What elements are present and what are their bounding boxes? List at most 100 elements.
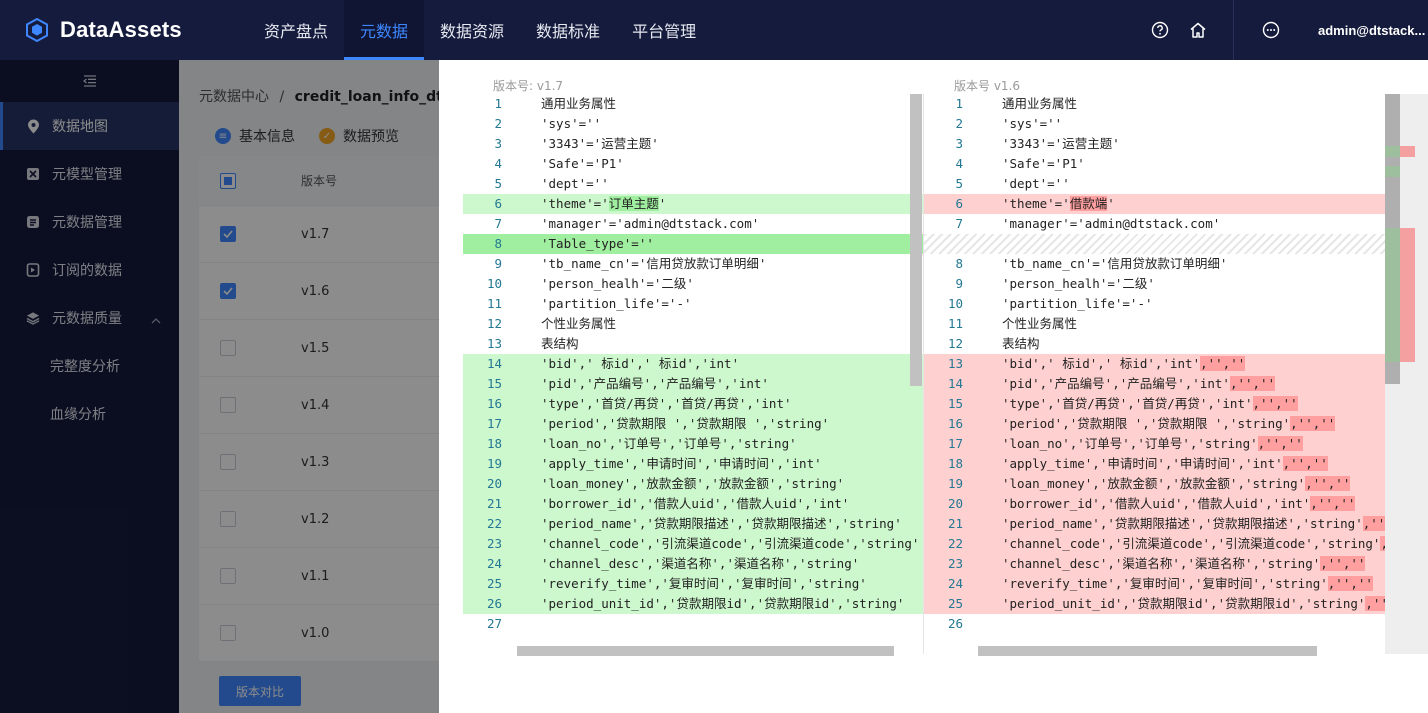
line-number: 24	[486, 556, 502, 571]
changed-fragment: ,'',''	[1200, 356, 1246, 371]
code-text: 'person_healh'='二级'	[541, 276, 694, 291]
line-code: 'bid',' 标id',' 标id','int'	[541, 354, 739, 374]
code-text: 表结构	[541, 336, 579, 351]
code-text: 'theme'='	[1002, 196, 1070, 211]
left-diff-line: 13 表结构	[463, 334, 923, 354]
line-code: 'Safe'='P1'	[1002, 154, 1085, 174]
line-code: 'loan_no','订单号','订单号','string'	[541, 434, 797, 454]
right-diff-line: 7 'manager'='admin@dtstack.com'	[924, 214, 1385, 234]
right-diff-line: 10 'partition_life'='-'	[924, 294, 1385, 314]
left-diff-editor[interactable]: 1 通用业务属性 2 'sys'='' 3 '3343'='运营主题' 4 'Safe'='P…	[463, 94, 923, 654]
line-code: 'apply_time','申请时间','申请时间','int'	[541, 454, 822, 474]
right-diff-line: 26	[924, 614, 1385, 634]
nav-item-data-standards[interactable]: 数据标准	[520, 0, 616, 60]
code-text: 通用业务属性	[1002, 96, 1078, 111]
line-number: 15	[486, 376, 502, 391]
code-text: 'channel_desc','渠道名称','渠道名称','string'	[541, 556, 860, 571]
brand[interactable]: DataAssets	[0, 17, 240, 43]
code-text: 'pid','产品编号','产品编号','int'	[1002, 376, 1230, 391]
top-divider	[1233, 0, 1234, 60]
cube-logo-icon	[26, 17, 48, 43]
line-number: 24	[947, 576, 963, 591]
nav-item-data-resources[interactable]: 数据资源	[424, 0, 520, 60]
left-diff-line: 22 'period_name','贷款期限描述','贷款期限描述','strin…	[463, 514, 923, 534]
line-number: 2	[955, 116, 963, 131]
line-number: 21	[947, 516, 963, 531]
code-text: 表结构	[1002, 336, 1040, 351]
line-code: 通用业务属性	[1002, 94, 1077, 114]
line-number: 11	[947, 316, 963, 331]
left-diff-line: 25 'reverify_time','复审时间','复审时间','string'	[463, 574, 923, 594]
right-diff-line: 25 'period_unit_id','贷款期限id','贷款期限id','st…	[924, 594, 1385, 614]
right-diff-line: 11 个性业务属性	[924, 314, 1385, 334]
user-name[interactable]: admin@dtstack...	[1318, 23, 1428, 38]
help-icon[interactable]	[1150, 20, 1170, 40]
line-code: 'channel_code','引流渠道code','引流渠道code','st…	[541, 534, 919, 554]
right-diff-line: 4 'Safe'='P1'	[924, 154, 1385, 174]
code-text: 'loan_money','放款金额','放款金额','string'	[541, 476, 845, 491]
code-text: 'Safe'='P1'	[541, 156, 624, 171]
code-text: 'partition_life'='-'	[541, 296, 692, 311]
nav-item-platform-admin[interactable]: 平台管理	[616, 0, 712, 60]
line-number: 26	[486, 596, 502, 611]
line-number: 20	[947, 496, 963, 511]
code-text: 'channel_code','引流渠道code','引流渠道code','st…	[541, 536, 920, 551]
line-code: 'partition_life'='-'	[541, 294, 692, 314]
changed-fragment: ,'',''	[1282, 456, 1328, 471]
line-number: 15	[947, 396, 963, 411]
right-diff-line: 20 'borrower_id','借款人uid','借款人uid','int',…	[924, 494, 1385, 514]
nav-item-metadata[interactable]: 元数据	[344, 0, 425, 60]
nav-item-asset-inventory[interactable]: 资产盘点	[248, 0, 344, 60]
line-code: 'sys'=''	[541, 114, 601, 134]
changed-fragment: 借款端	[1069, 196, 1108, 211]
left-diff-line: 21 'borrower_id','借款人uid','借款人uid','int'	[463, 494, 923, 514]
line-number: 19	[486, 456, 502, 471]
code-text: 'type','首贷/再贷','首贷/再贷','int'	[1002, 396, 1253, 411]
line-code: 'tb_name_cn'='信用贷放款订单明细'	[1002, 254, 1227, 274]
right-diff-editor[interactable]: 1 通用业务属性 2 'sys'='' 3 '3343'='运营主题' 4 'Safe'='P…	[924, 94, 1385, 654]
brand-title: DataAssets	[60, 17, 182, 42]
code-text: 'type','首贷/再贷','首贷/再贷','int'	[541, 396, 792, 411]
code-text: 'pid','产品编号','产品编号','int'	[541, 376, 769, 391]
line-number: 3	[955, 136, 963, 151]
code-text: 个性业务属性	[1002, 316, 1078, 331]
left-diff-line: 17 'period','贷款期限 ','贷款期限 ','string'	[463, 414, 923, 434]
right-diff-line: 16 'period','贷款期限 ','贷款期限 ','string','','…	[924, 414, 1385, 434]
line-code: 表结构	[541, 334, 579, 354]
code-text: 'manager'='admin@dtstack.com'	[1002, 216, 1221, 231]
main-nav: 资产盘点 元数据 数据资源 数据标准 平台管理	[248, 0, 712, 60]
left-horizontal-scrollbar[interactable]	[517, 646, 894, 656]
right-horizontal-scrollbar[interactable]	[978, 646, 1317, 656]
right-diff-line: 1 通用业务属性	[924, 94, 1385, 114]
left-vertical-scrollbar[interactable]	[910, 94, 922, 386]
code-text: 'sys'=''	[1002, 116, 1063, 131]
line-number: 20	[486, 476, 502, 491]
line-code: 'period','贷款期限 ','贷款期限 ','string'	[541, 414, 829, 434]
line-number: 7	[494, 216, 502, 231]
changed-fragment: ,'',	[1365, 596, 1385, 611]
code-text: '3343'='运营主题'	[541, 136, 659, 151]
line-number: 23	[947, 556, 963, 571]
line-code: 'loan_money','放款金额','放款金额','string'	[541, 474, 844, 494]
line-code: 'theme'='订单主题'	[541, 194, 666, 214]
right-diff-line: 8 'tb_name_cn'='信用贷放款订单明细'	[924, 254, 1385, 274]
line-number: 10	[947, 296, 963, 311]
changed-fragment: ,'',''	[1229, 376, 1276, 391]
line-code: 'borrower_id','借款人uid','借款人uid','int',''…	[1002, 494, 1356, 514]
code-text: 'apply_time','申请时间','申请时间','int'	[1002, 456, 1283, 471]
left-diff-line: 23 'channel_code','引流渠道code','引流渠道code','…	[463, 534, 923, 554]
left-diff-line: 15 'pid','产品编号','产品编号','int'	[463, 374, 923, 394]
line-code: 'period','贷款期限 ','贷款期限 ','string','',''	[1002, 414, 1336, 434]
code-text: 'person_healh'='二级'	[1002, 276, 1155, 291]
code-text: 'period_unit_id','贷款期限id','贷款期限id','stri…	[541, 596, 905, 611]
code-text: 'dept'=''	[541, 176, 609, 191]
message-icon[interactable]	[1261, 20, 1281, 40]
home-icon[interactable]	[1188, 20, 1208, 40]
changed-fragment: ,'',''	[1310, 496, 1356, 511]
left-diff-line: 14 'bid',' 标id',' 标id','int'	[463, 354, 923, 374]
line-number: 25	[947, 596, 963, 611]
code-text: 'borrower_id','借款人uid','借款人uid','int'	[541, 496, 850, 511]
code-text: 'Safe'='P1'	[1002, 156, 1085, 171]
left-diff-line: 1 通用业务属性	[463, 94, 923, 114]
line-code: 'Safe'='P1'	[541, 154, 624, 174]
